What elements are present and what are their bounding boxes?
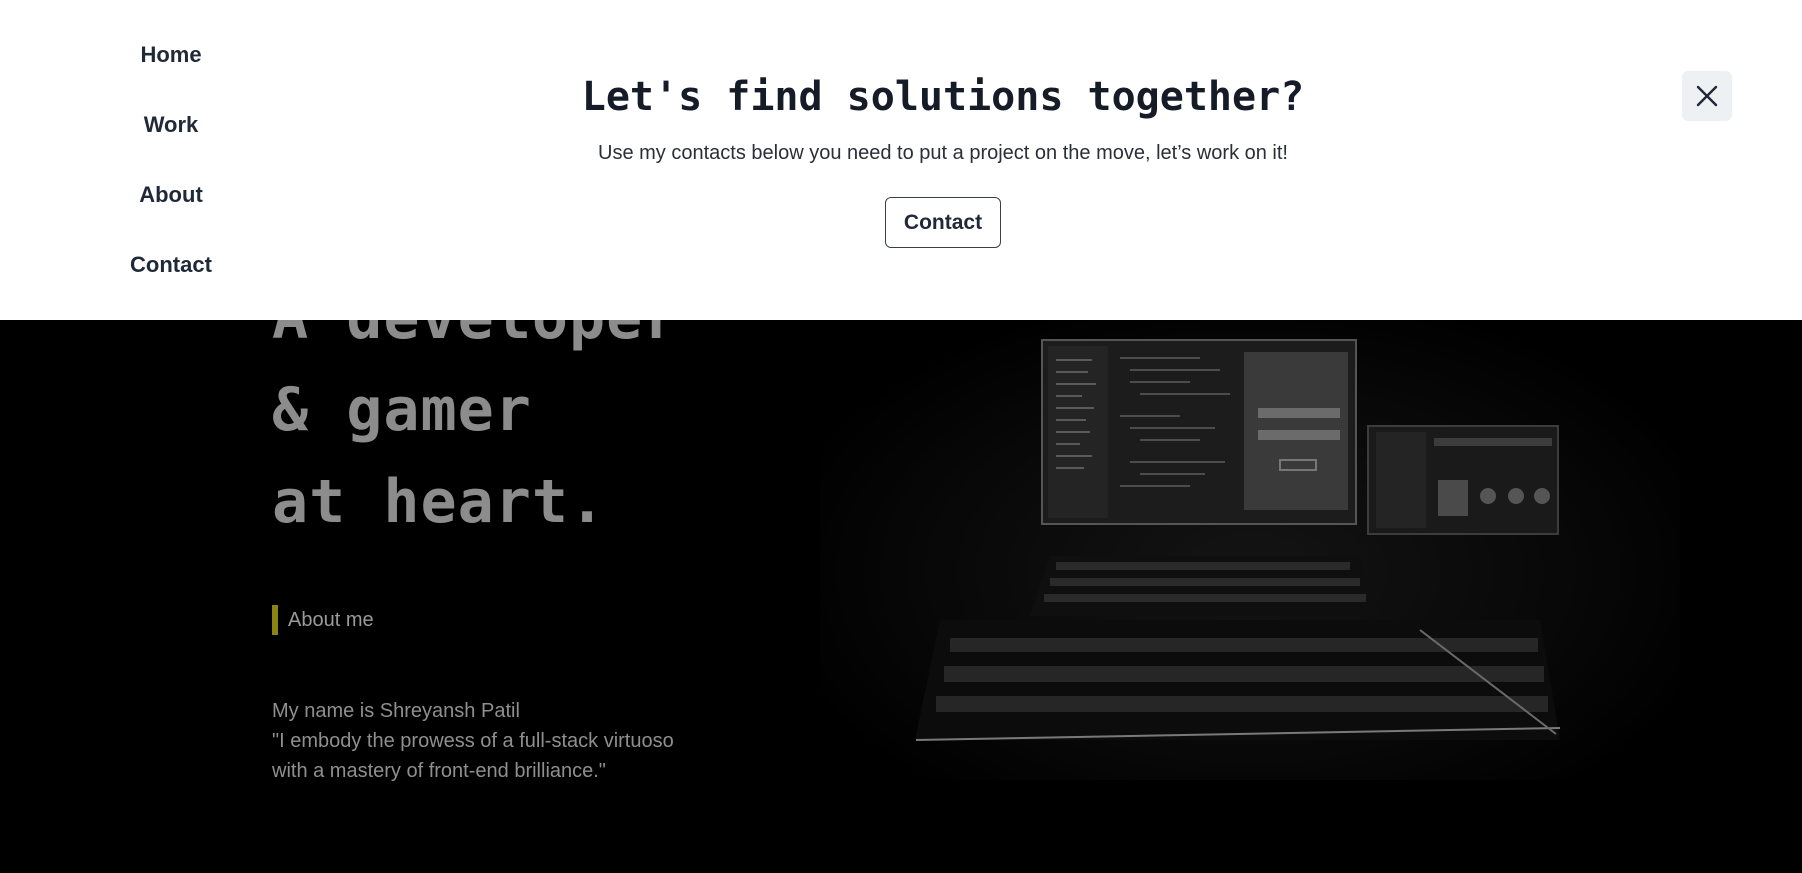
cta-text: Use my contacts below you need to put a … (598, 142, 1288, 164)
bio-line-3: with a mastery of front-end brilliance." (272, 760, 606, 782)
accent-bar (272, 605, 278, 635)
close-icon (1696, 85, 1718, 107)
contact-overlay: Home Work About Contact Let's find solut… (0, 0, 1802, 320)
bio-line-1: My name is Shreyansh Patil (272, 700, 520, 722)
nav-about[interactable]: About (139, 176, 203, 246)
about-me-tag: About me (272, 605, 374, 635)
cta-title: Let's find solutions together? (581, 74, 1305, 120)
nav-contact[interactable]: Contact (130, 246, 212, 316)
contact-button[interactable]: Contact (885, 197, 1001, 248)
desk-setup-photo (820, 320, 1680, 780)
about-me-label: About me (288, 608, 374, 631)
close-button[interactable] (1682, 71, 1732, 121)
headline-line-3: at heart. (272, 467, 607, 537)
headline-line-2: & gamer (272, 375, 532, 445)
bio-line-2: "I embody the prowess of a full-stack vi… (272, 730, 674, 752)
bio-text: My name is Shreyansh Patil "I embody the… (272, 696, 712, 786)
